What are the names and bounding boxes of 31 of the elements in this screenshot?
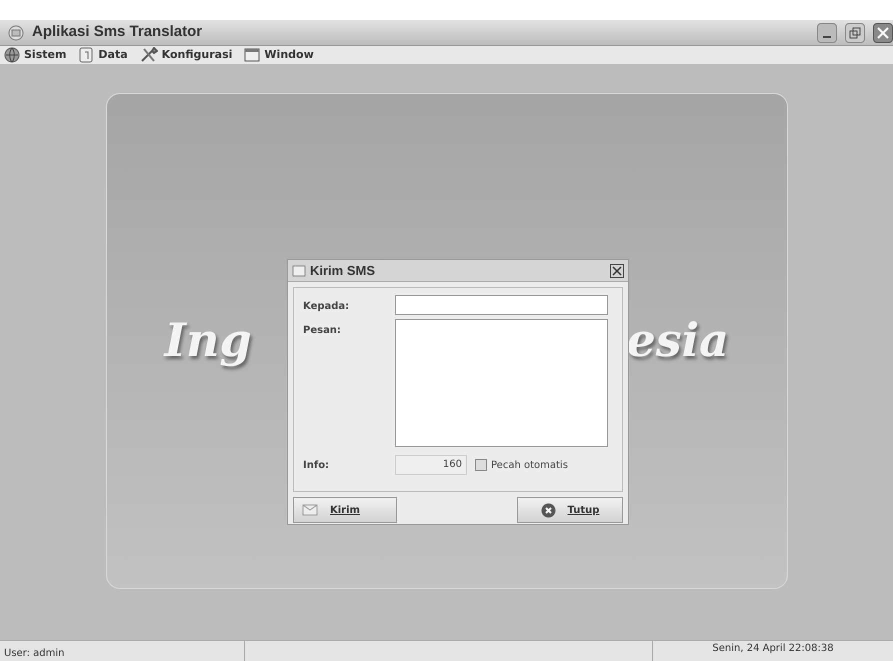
- envelope-icon: [302, 503, 318, 517]
- checkbox-label: Pecah otomatis: [491, 458, 568, 472]
- restore-icon: [849, 26, 861, 38]
- logo-text: Ing: [164, 312, 252, 369]
- status-datetime: Senin, 24 April 22:08:38: [711, 642, 835, 656]
- close-icon: [612, 266, 622, 276]
- status-user: User: admin: [0, 641, 245, 661]
- recipient-field[interactable]: [395, 295, 608, 315]
- close-dialog-button[interactable]: Tutup: [517, 497, 623, 523]
- close-button[interactable]: [873, 22, 893, 42]
- dialog-icon: [292, 264, 306, 278]
- app-icon: [8, 24, 24, 40]
- menu-item[interactable]: Sistem: [4, 46, 66, 64]
- send-button[interactable]: Kirim: [293, 497, 397, 523]
- close-circle-icon: [540, 502, 556, 518]
- window-title: Aplikasi Sms Translator: [32, 22, 202, 42]
- close-icon: [877, 26, 889, 38]
- checkbox[interactable]: [475, 459, 487, 471]
- logo-text: esia: [626, 312, 729, 369]
- restore-button[interactable]: [845, 22, 865, 42]
- menu-item[interactable]: Konfigurasi: [140, 46, 232, 64]
- dialog-title: Kirim SMS: [310, 262, 376, 280]
- field-label: Kepada:: [303, 300, 350, 314]
- menu-item[interactable]: Data: [78, 46, 128, 64]
- field-label: Pesan:: [303, 324, 342, 338]
- character-count: 160: [395, 455, 467, 475]
- message-field[interactable]: [395, 319, 608, 447]
- field-label: Info:: [303, 458, 330, 472]
- menu-item[interactable]: Window: [244, 46, 314, 64]
- dialog-close-button[interactable]: [610, 264, 624, 278]
- minimize-button[interactable]: [817, 22, 837, 42]
